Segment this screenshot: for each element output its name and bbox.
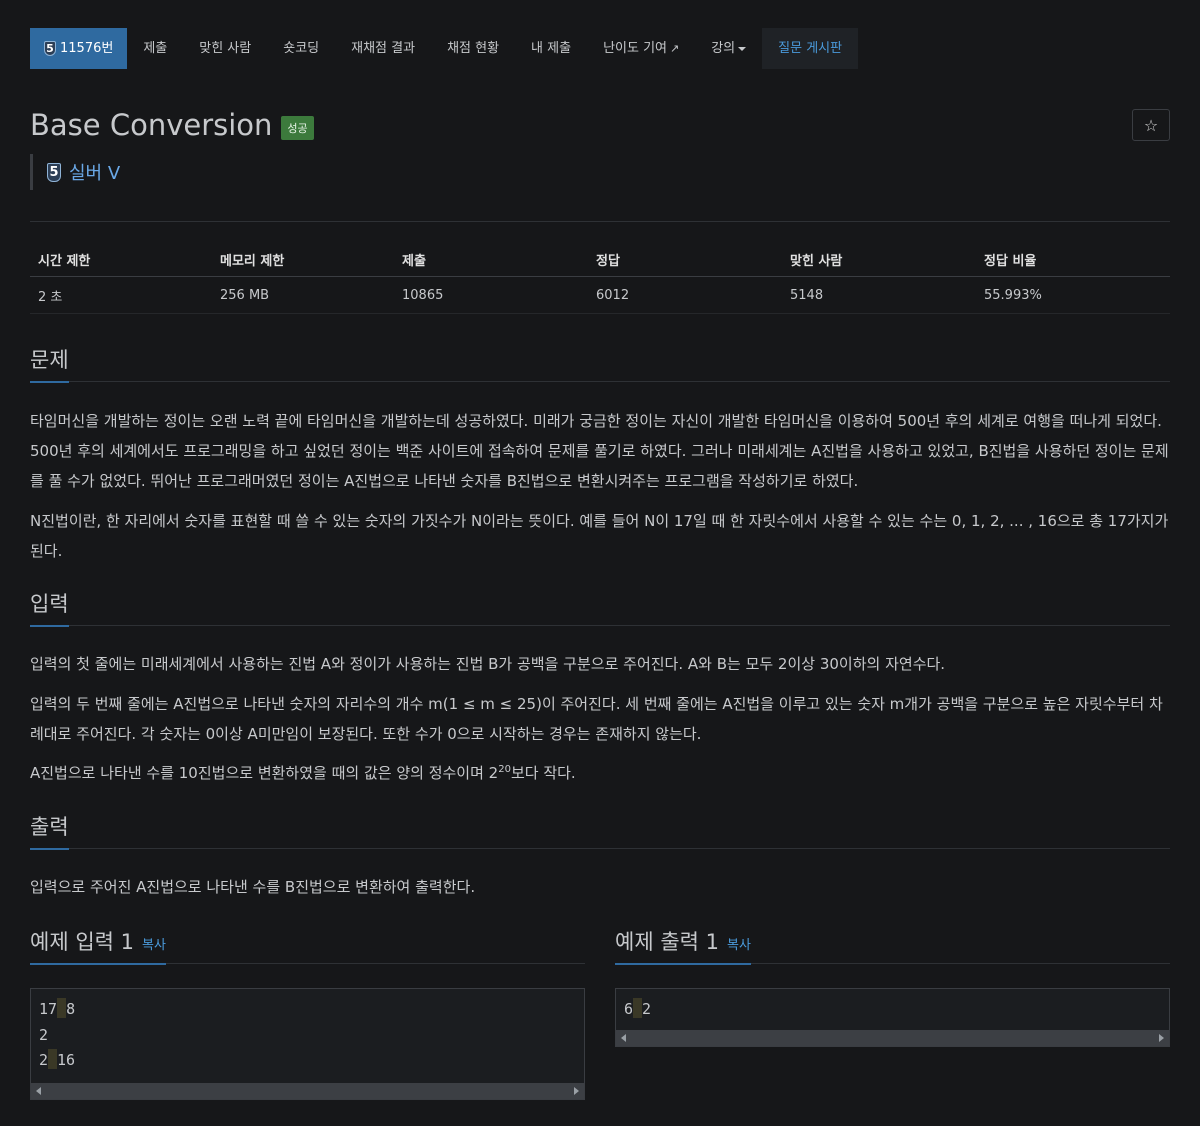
input-description-3: A진법으로 나타낸 수를 10진법으로 변환하였을 때의 값은 양의 정수이며 … <box>30 758 1170 788</box>
sample-output-title-wrap: 예제 출력 1 복사 <box>615 927 751 965</box>
nav-judge-status[interactable]: 채점 현황 <box>431 28 515 69</box>
input-p3-text: A진법으로 나타낸 수를 10진법으로 변환하였을 때의 값은 양의 정수이며 … <box>30 764 499 782</box>
sample-input-title-wrap: 예제 입력 1 복사 <box>30 927 166 965</box>
sample-input-box[interactable]: 17 8 2 2 16 <box>30 988 585 1100</box>
header-time-limit: 시간 제한 <box>30 242 212 277</box>
star-icon: ☆ <box>1143 115 1159 135</box>
scroll-left-icon[interactable] <box>621 1034 626 1042</box>
problem-tier: 5 실버 V <box>30 154 120 190</box>
submissions-value: 10865 <box>394 276 588 314</box>
nav-difficulty-label: 난이도 기여 <box>603 41 667 56</box>
copy-output-button[interactable]: 복사 <box>727 938 751 953</box>
caret-down-icon <box>738 46 747 51</box>
sample-input-token: 17 <box>39 1000 58 1018</box>
whitespace-marker <box>57 998 67 1018</box>
tier-label[interactable]: 실버 V <box>69 159 120 185</box>
header-submissions: 제출 <box>394 242 588 277</box>
problem-description-1: 타임머신을 개발하는 정이는 오랜 노력 끝에 타임머신을 개발하는데 성공하였… <box>30 412 1169 490</box>
sample-input-title: 예제 입력 1 <box>30 930 134 954</box>
header-accepted: 정답 <box>588 242 782 277</box>
header-solved-users: 맞힌 사람 <box>782 242 976 277</box>
nav-short-coding[interactable]: 숏코딩 <box>267 28 335 69</box>
sample-output-line: 62 <box>624 997 1161 1023</box>
sample-output-token: 2 <box>642 1000 652 1018</box>
nav-problem-number[interactable]: 5 11576번 <box>30 28 128 69</box>
silver-tier-icon: 5 <box>44 41 56 56</box>
memory-limit-value: 256 MB <box>212 276 394 314</box>
nav-rejudge-result[interactable]: 재채점 결과 <box>335 28 431 69</box>
solved-users-value: 5148 <box>782 276 976 314</box>
sample-input-token: 16 <box>57 1051 76 1069</box>
whitespace-marker <box>633 998 643 1018</box>
input-description-2: 입력의 두 번째 줄에는 A진법으로 나타낸 숫자의 자리수의 개수 m(1 ≤… <box>30 695 1163 743</box>
table-header-row: 시간 제한 메모리 제한 제출 정답 맞힌 사람 정답 비율 <box>30 242 1170 277</box>
sample-input-text: 17 8 2 2 16 <box>31 989 584 1074</box>
sample-input-heading: 예제 입력 1 복사 <box>30 927 585 965</box>
divider <box>30 221 1170 222</box>
sample-output-box[interactable]: 62 <box>615 988 1170 1047</box>
problem-title-row: Base Conversion 성공 <box>30 108 314 142</box>
header-memory-limit: 메모리 제한 <box>212 242 394 277</box>
silver-tier-icon: 5 <box>47 162 61 182</box>
output-heading: 출력 <box>30 812 69 850</box>
sample-input-token: 2 <box>39 1025 49 1044</box>
star-button[interactable]: ☆ <box>1132 109 1170 141</box>
nav-solved-users[interactable]: 맞힌 사람 <box>183 28 267 69</box>
horizontal-scrollbar[interactable] <box>31 1083 584 1099</box>
input-p3-suffix: 보다 작다. <box>510 764 576 782</box>
sample-input-line: 2 <box>39 1023 576 1049</box>
nav-lectures-label: 강의 <box>711 41 736 56</box>
problem-menu: 5 11576번 제출 맞힌 사람 숏코딩 재채점 결과 채점 현황 내 제출 … <box>30 28 859 69</box>
sample-output-token: 6 <box>624 1000 634 1018</box>
time-limit-value: 2 초 <box>30 276 212 314</box>
input-section-heading: 입력 <box>30 589 1170 627</box>
scroll-left-icon[interactable] <box>36 1087 41 1095</box>
problem-heading: 문제 <box>30 345 69 383</box>
sample-input-line: 2 16 <box>39 1048 576 1074</box>
sample-output-title: 예제 출력 1 <box>615 930 719 954</box>
input-heading: 입력 <box>30 589 69 627</box>
nav-my-submissions[interactable]: 내 제출 <box>515 28 587 69</box>
input-description-1: 입력의 첫 줄에는 미래세계에서 사용하는 진법 A와 정이가 사용하는 진법 … <box>30 655 946 673</box>
status-badge: 성공 <box>281 116 314 140</box>
exponent: 20 <box>498 764 511 775</box>
table-row: 2 초 256 MB 10865 6012 5148 55.993% <box>30 276 1170 314</box>
external-link-icon: ↗ <box>670 42 680 55</box>
sample-input-line: 17 8 <box>39 997 576 1023</box>
accept-ratio-value: 55.993% <box>976 276 1170 314</box>
problem-description-2: N진법이란, 한 자리에서 숫자를 표현할 때 쓸 수 있는 숫자의 가짓수가 … <box>30 512 1169 560</box>
sample-input-token: 2 <box>39 1051 49 1069</box>
copy-input-button[interactable]: 복사 <box>142 938 166 953</box>
sample-output-text: 62 <box>616 989 1169 1023</box>
nav-question-board[interactable]: 질문 게시판 <box>762 28 859 69</box>
scroll-right-icon[interactable] <box>1159 1034 1164 1042</box>
header-accept-ratio: 정답 비율 <box>976 242 1170 277</box>
problem-title: Base Conversion <box>30 108 273 142</box>
output-section-heading: 출력 <box>30 812 1170 850</box>
problem-info-table: 시간 제한 메모리 제한 제출 정답 맞힌 사람 정답 비율 2 초 256 M… <box>30 242 1170 314</box>
nav-difficulty-contribution[interactable]: 난이도 기여 ↗ <box>587 28 695 69</box>
nav-lectures-dropdown[interactable]: 강의 <box>695 28 762 69</box>
nav-submit[interactable]: 제출 <box>127 28 183 69</box>
output-description: 입력으로 주어진 A진법으로 나타낸 수를 B진법으로 변환하여 출력한다. <box>30 878 476 896</box>
scroll-right-icon[interactable] <box>574 1087 579 1095</box>
accepted-value: 6012 <box>588 276 782 314</box>
problem-number: 11576번 <box>60 41 114 56</box>
whitespace-marker <box>48 1049 58 1069</box>
problem-section-heading: 문제 <box>30 345 1170 383</box>
sample-output-heading: 예제 출력 1 복사 <box>615 927 1170 965</box>
horizontal-scrollbar[interactable] <box>616 1030 1169 1046</box>
sample-input-token: 8 <box>66 1000 76 1018</box>
